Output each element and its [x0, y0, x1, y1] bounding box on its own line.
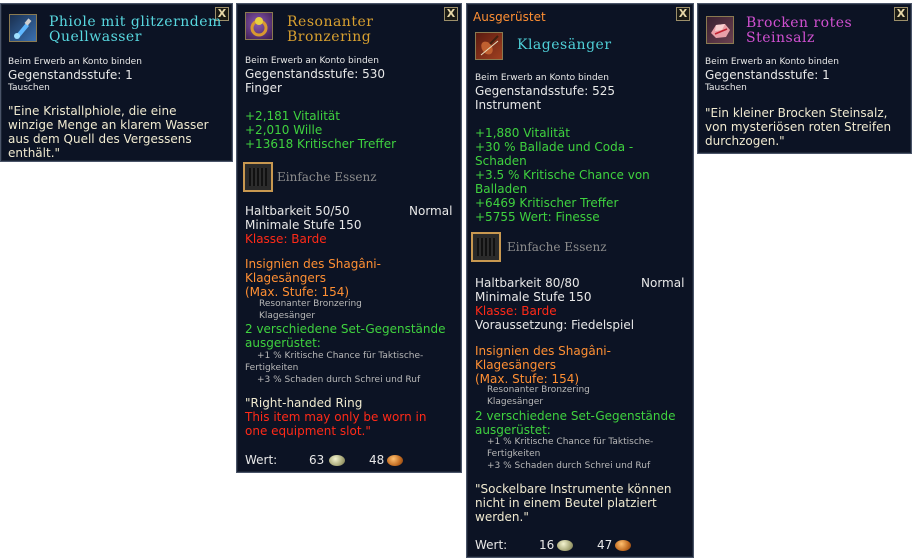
set-items: Resonanter Bronzering Klagesänger [487, 385, 590, 407]
set-bonus-1: +1 % Kritische Chance für Taktische- Fer… [245, 351, 424, 373]
item-title: Brocken rotes Steinsalz [746, 15, 853, 46]
tooltip-phiole: X Phiole mit glitzerndem Quellwasser Bei… [0, 3, 233, 162]
essence-socket[interactable] [471, 232, 501, 262]
set-bonus-2: +3 % Schaden durch Schrei und Ruf [487, 461, 651, 471]
item-level: Gegenstandsstufe: 530 [245, 67, 386, 81]
value-label: Wert: [245, 453, 278, 467]
flavor-text: "Right-handed Ring [245, 396, 363, 410]
copper-coin-icon [615, 540, 631, 551]
rock-salt-icon [706, 16, 734, 44]
item-title: Resonanter Bronzering [287, 14, 374, 45]
tooltip-bronzering: X Resonanter Bronzering Beim Erwerb an K… [236, 3, 462, 473]
set-name: Insignien des Shagâni- Klagesängers (Max… [245, 257, 381, 299]
silver-amount: 16 [539, 538, 555, 552]
flavor-text: "Ein kleiner Brocken Steinsalz, von myst… [705, 106, 892, 148]
blue-vial-icon [9, 14, 37, 42]
set-bonus-1: +1 % Kritische Chance für Taktische- Fer… [487, 437, 654, 459]
fiddle-icon [475, 32, 503, 60]
class-requirement: Klasse: Barde [245, 232, 327, 246]
tooltip-steinsalz: X Brocken rotes Steinsalz Beim Erwerb an… [697, 3, 912, 154]
close-button[interactable]: X [676, 7, 690, 21]
item-level: Gegenstandsstufe: 525 [475, 84, 616, 98]
silver-coin-icon [329, 455, 345, 466]
flavor-text: "Sockelbare Instrumente können nicht in … [475, 482, 672, 524]
durability: Haltbarkeit 50/50 [245, 204, 350, 218]
set-bonus-header: 2 verschiedene Set-Gegenstände ausgerüst… [245, 322, 446, 350]
essence-label: Einfache Essenz [277, 170, 377, 184]
copper-amount: 48 [369, 453, 385, 467]
essence-label: Einfache Essenz [507, 240, 607, 254]
class-requirement: Klasse: Barde [475, 304, 557, 318]
item-slot: Finger [245, 81, 282, 95]
item-level: Gegenstandsstufe: 1 [8, 68, 133, 82]
bind-text: Beim Erwerb an Konto binden [8, 57, 142, 67]
value-label: Wert: [475, 538, 508, 552]
durability: Haltbarkeit 80/80 [475, 276, 580, 290]
quality: Normal [409, 204, 453, 218]
bind-text: Beim Erwerb an Konto binden [705, 57, 839, 67]
stats-list: +2,181 Vitalität +2,010 Wille +13618 Kri… [245, 109, 397, 151]
min-level: Minimale Stufe 150 [475, 290, 592, 304]
set-items: Resonanter Bronzering Klagesänger [259, 299, 362, 321]
equipped-header: Ausgerüstet [473, 10, 546, 24]
set-bonus-2: +3 % Schaden durch Schrei und Ruf [257, 375, 421, 385]
bind-text: Beim Erwerb an Konto binden [475, 73, 609, 83]
tooltip-klagesaenger: X Ausgerüstet Klagesänger Beim Erwerb an… [466, 3, 694, 558]
essence-socket[interactable] [243, 162, 273, 192]
close-button[interactable]: X [894, 7, 908, 21]
skill-requirement: Voraussetzung: Fiedelspiel [475, 318, 635, 332]
copper-coin-icon [387, 455, 403, 466]
bind-text: Beim Erwerb an Konto binden [245, 56, 379, 66]
bronze-ring-icon [245, 12, 273, 40]
close-button[interactable]: X [444, 7, 458, 21]
silver-coin-icon [557, 540, 573, 551]
min-level: Minimale Stufe 150 [245, 218, 362, 232]
tauschen-text: Tauschen [8, 83, 50, 93]
warning-text: This item may only be worn in one equipm… [245, 410, 427, 438]
item-title: Klagesänger [517, 37, 612, 53]
set-bonus-header: 2 verschiedene Set-Gegenstände ausgerüst… [475, 409, 676, 437]
set-name: Insignien des Shagâni- Klagesängers (Max… [475, 344, 611, 386]
item-title: Phiole mit glitzerndem Quellwasser [49, 14, 222, 45]
flavor-text: "Eine Kristallphiole, die eine winzige M… [8, 104, 209, 160]
item-slot: Instrument [475, 98, 542, 112]
item-level: Gegenstandsstufe: 1 [705, 68, 830, 82]
tauschen-text: Tauschen [705, 83, 747, 93]
silver-amount: 63 [309, 453, 325, 467]
quality: Normal [641, 276, 685, 290]
copper-amount: 47 [597, 538, 613, 552]
stats-list: +1,880 Vitalität +30 % Ballade und Coda … [475, 126, 650, 224]
